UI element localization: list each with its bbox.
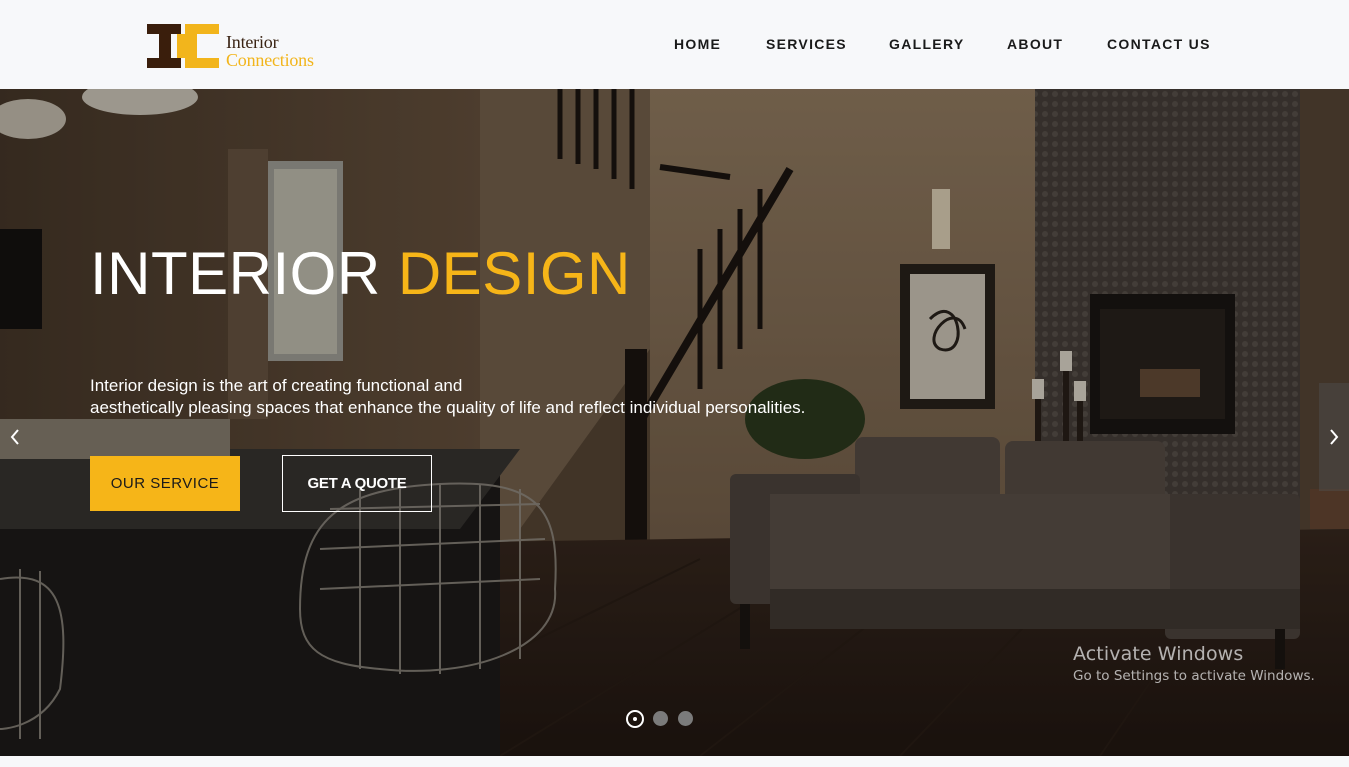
logo-text-connections: Connections <box>226 50 314 70</box>
hero-slider: INTERIOR DESIGN Interior design is the a… <box>0 89 1349 756</box>
activate-windows-watermark: Activate Windows Go to Settings to activ… <box>1073 643 1315 684</box>
hero-description-line2: aesthetically pleasing spaces that enhan… <box>90 398 806 417</box>
hero-description-line1: Interior design is the art of creating f… <box>90 376 463 395</box>
nav-gallery[interactable]: GALLERY <box>889 36 964 52</box>
nav-home[interactable]: HOME <box>674 36 721 52</box>
carousel-dot-1[interactable] <box>626 710 644 728</box>
carousel-dot-2[interactable] <box>653 711 668 726</box>
carousel-prev-button[interactable] <box>0 383 30 491</box>
nav-about[interactable]: ABOUT <box>1007 36 1063 52</box>
carousel-next-button[interactable] <box>1319 383 1349 491</box>
site-header: Interior Connections HOME SERVICES GALLE… <box>0 0 1349 89</box>
hero-description: Interior design is the art of creating f… <box>90 375 890 419</box>
hero-title-accent: DESIGN <box>397 240 631 307</box>
hero-title-main: INTERIOR <box>90 240 381 307</box>
watermark-subtitle: Go to Settings to activate Windows. <box>1073 668 1315 684</box>
chevron-right-icon <box>1330 429 1339 445</box>
get-a-quote-button[interactable]: GET A QUOTE <box>282 455 432 512</box>
our-service-button[interactable]: OUR SERVICE <box>90 456 240 511</box>
watermark-title: Activate Windows <box>1073 643 1244 665</box>
carousel-dots <box>626 709 706 728</box>
site-logo[interactable]: Interior Connections <box>147 22 347 72</box>
logo-mark-icon <box>147 24 219 68</box>
chevron-left-icon <box>10 429 19 445</box>
carousel-dot-3[interactable] <box>678 711 693 726</box>
nav-services[interactable]: SERVICES <box>766 36 847 52</box>
hero-title: INTERIOR DESIGN <box>90 239 631 308</box>
nav-contact-us[interactable]: CONTACT US <box>1107 36 1211 52</box>
